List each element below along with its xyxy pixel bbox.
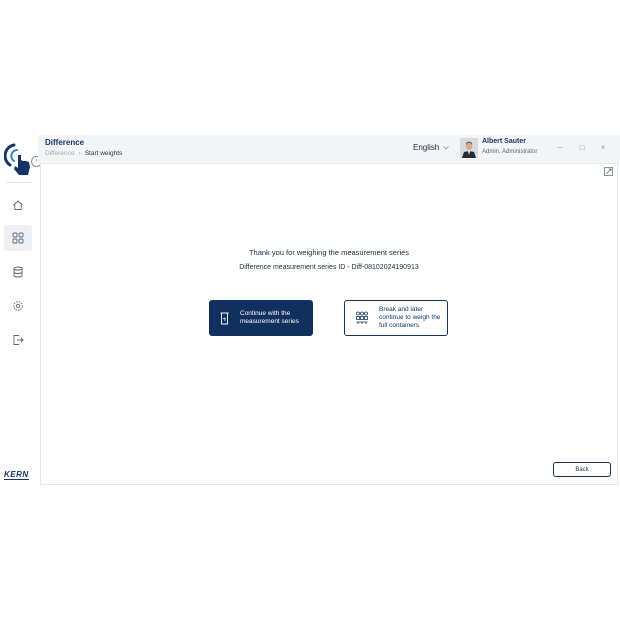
thank-you-message: Thank you for weighing the measurement s…: [248, 248, 410, 257]
continue-series-button[interactable]: Continue with the measurement series: [209, 300, 313, 336]
sidebar-item-applications[interactable]: [4, 225, 32, 251]
break-continue-later-button[interactable]: Break and later continue to weigh the fu…: [344, 300, 448, 336]
breadcrumb: Difference › Start weights: [45, 150, 122, 157]
avatar[interactable]: [460, 138, 478, 158]
user-role: Admin, Administrator: [482, 149, 538, 155]
database-icon: [13, 266, 23, 278]
content-panel: Thank you for weighing the measurement s…: [40, 163, 618, 485]
breadcrumb-item-current: Start weights: [84, 150, 123, 157]
user-photo-icon: [460, 138, 478, 158]
user-name: Albert Sauter: [482, 138, 526, 145]
header-bar: Difference Difference › Start weights En…: [38, 135, 620, 163]
breadcrumb-item-difference[interactable]: Difference: [45, 150, 75, 157]
break-continue-later-label: Break and later continue to weigh the fu…: [379, 306, 441, 329]
app-logo-icon: [4, 143, 30, 175]
close-button[interactable]: ×: [597, 142, 609, 154]
back-button[interactable]: Back: [553, 462, 611, 477]
containers-group-icon: [356, 311, 368, 324]
maximize-button[interactable]: □: [576, 142, 588, 154]
expand-icon[interactable]: [604, 167, 613, 176]
app-window: › KERN Difference Difference › Start wei…: [0, 135, 620, 485]
gear-icon: [13, 301, 23, 311]
chevron-right-icon: ›: [78, 150, 81, 157]
chevron-down-icon: [443, 145, 450, 150]
sidebar-item-logout[interactable]: [4, 327, 32, 353]
logout-icon: [13, 335, 24, 345]
kern-logo: KERN: [4, 470, 29, 480]
page-title: Difference: [45, 138, 85, 147]
sidebar: › KERN: [0, 135, 42, 485]
home-icon: [13, 200, 23, 210]
sidebar-item-home[interactable]: [4, 192, 32, 218]
sidebar-divider: [6, 182, 32, 183]
series-id-text: Difference measurement series ID - Diff-…: [239, 264, 419, 271]
sidebar-item-settings[interactable]: [4, 293, 32, 319]
container-icon: [220, 312, 229, 324]
grid-icon: [12, 232, 24, 244]
minimize-button[interactable]: –: [554, 142, 566, 154]
language-label: English: [413, 143, 440, 152]
sidebar-item-database[interactable]: [4, 259, 32, 285]
continue-series-label: Continue with the measurement series: [240, 310, 299, 325]
language-select[interactable]: English: [413, 143, 450, 152]
